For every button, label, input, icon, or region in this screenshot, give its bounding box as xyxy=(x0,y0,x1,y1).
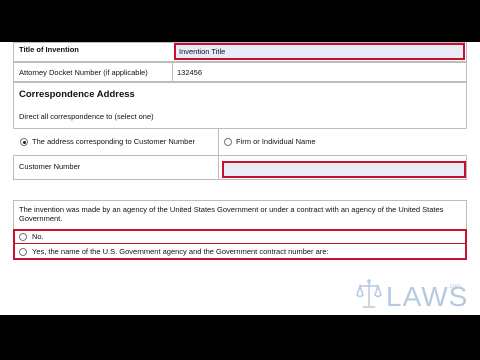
customer-number-radio[interactable] xyxy=(20,138,28,146)
laws-logo-suffix: .com xyxy=(448,284,462,290)
radio-row-divider xyxy=(218,128,219,180)
government-options-divider xyxy=(13,243,467,244)
scales-of-justice-icon xyxy=(356,278,382,315)
government-yes-radio[interactable] xyxy=(19,248,27,256)
title-of-invention-input[interactable]: Invention Title xyxy=(174,43,465,60)
customer-number-input[interactable] xyxy=(222,161,466,178)
title-of-invention-label: Title of Invention xyxy=(19,45,79,54)
customer-number-label: Customer Number xyxy=(19,162,81,171)
attorney-docket-label: Attorney Docket Number (if applicable) xyxy=(19,68,148,77)
correspondence-instruction: Direct all correspondence to (select one… xyxy=(19,112,154,121)
laws-logo: LAWS .com xyxy=(356,276,467,316)
government-no-label[interactable]: No. xyxy=(32,232,44,241)
government-yes-label[interactable]: Yes, the name of the U.S. Government age… xyxy=(32,247,329,256)
government-statement: The invention was made by an agency of t… xyxy=(19,205,444,223)
docket-divider-cell xyxy=(172,62,173,82)
firm-name-option-label[interactable]: Firm or Individual Name xyxy=(236,137,316,146)
bottom-letterbox xyxy=(0,315,480,360)
correspondence-heading: Correspondence Address xyxy=(19,89,135,100)
firm-name-radio[interactable] xyxy=(224,138,232,146)
customer-number-option-label[interactable]: The address corresponding to Customer Nu… xyxy=(32,137,195,146)
attorney-docket-input[interactable]: 132456 xyxy=(177,68,202,77)
government-no-radio[interactable] xyxy=(19,233,27,241)
top-letterbox xyxy=(0,0,480,42)
